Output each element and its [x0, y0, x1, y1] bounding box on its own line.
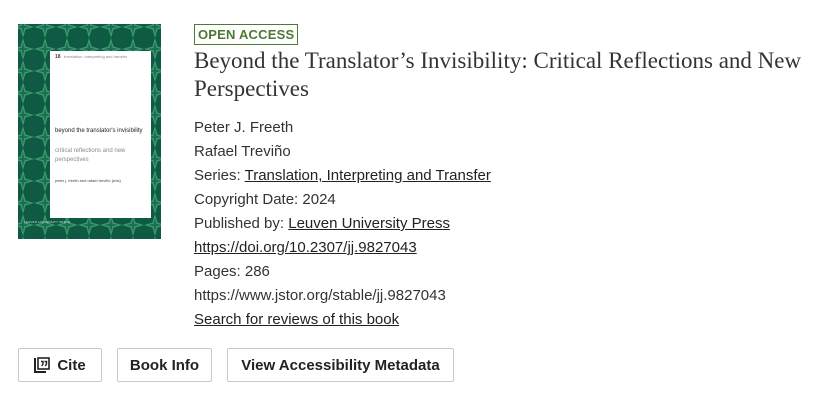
series-label: Series:	[194, 167, 241, 184]
pages-value: 286	[244, 263, 270, 280]
doi-row: https://doi.org/10.2307/jj.9827043	[194, 238, 417, 258]
cover-title: beyond the translator's invisibility	[55, 128, 143, 134]
publisher-row: Published by: Leuven University Press	[194, 214, 450, 234]
cite-label: Cite	[57, 356, 86, 374]
publisher-label: Published by:	[194, 215, 285, 232]
cover-series-name: translation, interpreting and transfer	[64, 54, 128, 59]
reviews-row: Search for reviews of this book	[194, 310, 399, 330]
cite-button[interactable]: Cite	[18, 348, 102, 382]
pages-label: Pages:	[194, 263, 241, 280]
series-row: Series: Translation, Interpreting and Tr…	[194, 166, 491, 186]
publisher-link[interactable]: Leuven University Press	[288, 215, 450, 232]
copyright-value: 2024	[302, 191, 336, 208]
book-cover: 18 translation, interpreting and transfe…	[18, 24, 161, 239]
author-2: Rafael Treviño	[194, 143, 291, 160]
doi-link[interactable]: https://doi.org/10.2307/jj.9827043	[194, 239, 417, 256]
copyright-row: Copyright Date: 2024	[194, 190, 336, 210]
book-title: Beyond the Translator’s Invisibility: Cr…	[194, 48, 802, 101]
book-info-button[interactable]: Book Info	[117, 348, 212, 382]
cover-authors: peter j. freeth and rafael treviño (eds)	[55, 178, 121, 183]
accessibility-metadata-label: View Accessibility Metadata	[241, 356, 440, 374]
pages-row: Pages: 286	[194, 262, 270, 282]
stable-url: https://www.jstor.org/stable/jj.9827043	[194, 287, 446, 304]
series-link[interactable]: Translation, Interpreting and Transfer	[245, 167, 491, 184]
author-1: Peter J. Freeth	[194, 119, 294, 136]
cite-icon	[34, 357, 51, 373]
cover-panel: 18 translation, interpreting and transfe…	[50, 51, 151, 218]
cover-publisher: LEUVEN UNIVERSITY PRESS	[24, 220, 71, 224]
accessibility-metadata-button[interactable]: View Accessibility Metadata	[227, 348, 454, 382]
copyright-label: Copyright Date:	[194, 191, 299, 208]
cover-subtitle: critical reflections and new perspective…	[55, 148, 126, 163]
open-access-badge: OPEN ACCESS	[194, 24, 299, 45]
cover-series-number: 18	[55, 54, 61, 60]
reviews-link[interactable]: Search for reviews of this book	[194, 311, 399, 328]
book-info-label: Book Info	[129, 356, 200, 374]
